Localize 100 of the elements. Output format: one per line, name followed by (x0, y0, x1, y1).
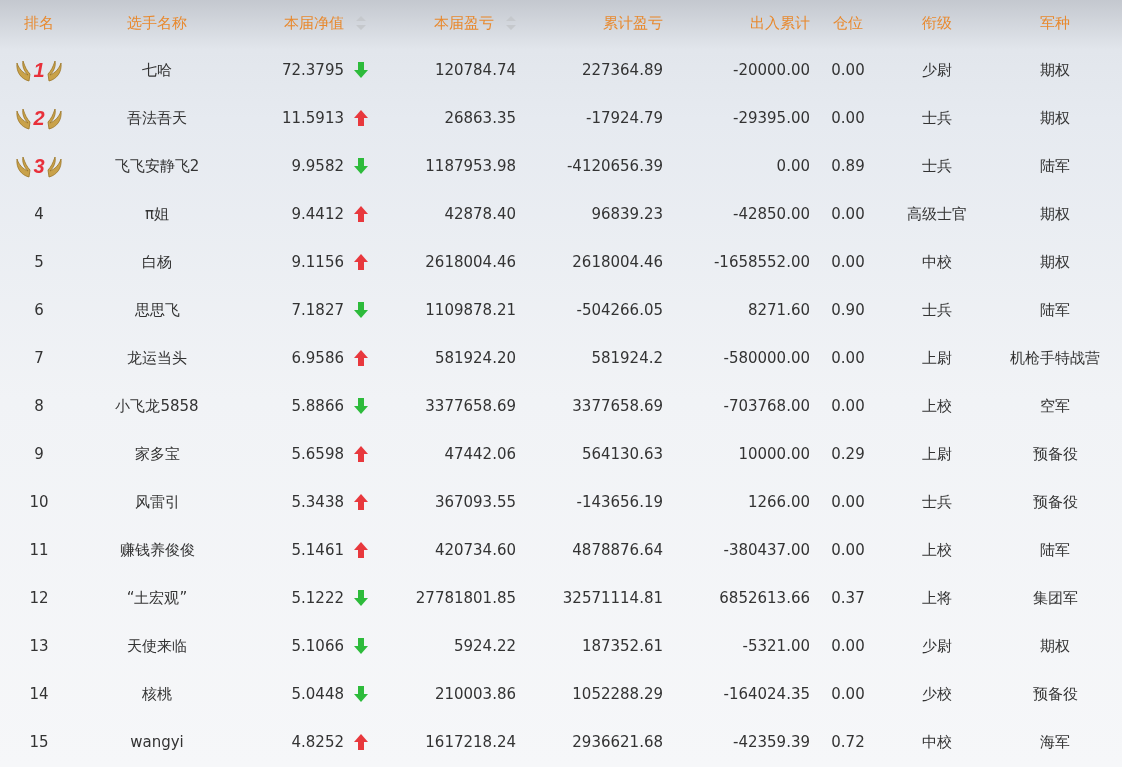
player-name: π姐 (145, 204, 169, 224)
table-cell: 47442.06 (444, 445, 516, 463)
player-name: 天使来临 (127, 636, 187, 656)
table-cell: 机枪手特战营 (1010, 348, 1100, 368)
table-cell: 1187953.98 (425, 157, 516, 175)
table-cell: 3377658.69 (572, 397, 663, 415)
player-name: wangyi (130, 733, 184, 751)
table-cell: 8271.60 (747, 301, 810, 319)
table-cell: 27781801.85 (415, 589, 516, 607)
table-cell: 1109878.21 (425, 301, 516, 319)
table-cell: -143656.19 (576, 493, 663, 511)
player-name: “土宏观” (126, 588, 188, 608)
table-cell: 预备役 (1032, 444, 1078, 464)
table-cell: 高级士官 (907, 204, 967, 224)
table-cell: 3377658.69 (425, 397, 516, 415)
table-cell: 96839.23 (591, 205, 663, 223)
table-cell: 32571114.81 (562, 589, 663, 607)
column-header: 累计盈亏 (603, 13, 663, 33)
table-cell: 120784.74 (434, 61, 516, 79)
table-cell: 1266.00 (747, 493, 810, 511)
table-cell: 士兵 (922, 108, 952, 128)
player-name: 核桃 (142, 684, 172, 704)
player-name: 赚钱养俊俊 (119, 540, 195, 560)
table-cell: 士兵 (922, 300, 952, 320)
table-cell: -164024.35 (723, 685, 810, 703)
table-cell: 420734.60 (434, 541, 516, 559)
table-cell: 上校 (922, 396, 952, 416)
rank-number: 1 (33, 58, 45, 82)
table-cell: 0.00 (831, 253, 865, 271)
table-cell: -1658552.00 (713, 253, 810, 271)
table-cell: 中校 (922, 252, 952, 272)
table-cell: 上尉 (922, 348, 952, 368)
table-cell: 上尉 (922, 444, 952, 464)
table-cell: 陆军 (1040, 156, 1070, 176)
table-cell: -17924.79 (586, 109, 663, 127)
table-cell: 中校 (922, 732, 952, 752)
column-header: 衔级 (922, 13, 952, 33)
table-cell: 0.00 (831, 61, 865, 79)
table-cell: -20000.00 (733, 61, 810, 79)
table-cell: 少校 (922, 684, 952, 704)
table-cell: 4878876.64 (572, 541, 663, 559)
net-value: 9.4412 (291, 205, 344, 223)
player-name: 七哈 (142, 60, 172, 80)
rank-number: 11 (29, 541, 49, 559)
table-cell: 1617218.24 (425, 733, 516, 751)
table-cell: 0.00 (831, 541, 865, 559)
table-cell: -29395.00 (733, 109, 810, 127)
table-cell: 2618004.46 (572, 253, 663, 271)
table-cell: 10000.00 (738, 445, 810, 463)
table-cell: 陆军 (1040, 540, 1070, 560)
table-cell: 6852613.66 (719, 589, 810, 607)
net-value: 5.1461 (291, 541, 344, 559)
rank-number: 5 (34, 253, 44, 271)
table-cell: 26863.35 (444, 109, 516, 127)
table-cell: 42878.40 (444, 205, 516, 223)
table-cell: -42359.39 (733, 733, 810, 751)
table-cell: 预备役 (1032, 492, 1078, 512)
table-cell: 少尉 (922, 636, 952, 656)
table-cell: 集团军 (1032, 588, 1078, 608)
player-name: 小飞龙5858 (115, 396, 199, 416)
table-cell: -580000.00 (723, 349, 810, 367)
table-cell: 581924.2 (591, 349, 663, 367)
table-cell: 0.00 (831, 685, 865, 703)
table-cell: 564130.63 (581, 445, 663, 463)
table-cell: 227364.89 (581, 61, 663, 79)
net-value: 9.9582 (291, 157, 344, 175)
net-value: 9.1156 (291, 253, 344, 271)
column-header[interactable]: 本届盈亏 (434, 13, 516, 33)
player-name: 家多宝 (134, 444, 180, 464)
table-cell: 少尉 (922, 60, 952, 80)
table-cell: 陆军 (1040, 300, 1070, 320)
net-value: 5.3438 (291, 493, 344, 511)
table-cell: 0.37 (831, 589, 865, 607)
rank-number: 14 (29, 685, 49, 703)
player-name: 飞飞安静飞2 (114, 156, 200, 176)
table-cell: 期权 (1040, 60, 1070, 80)
table-cell: 海军 (1040, 732, 1070, 752)
net-value: 5.1066 (291, 637, 344, 655)
table-cell: 0.89 (831, 157, 865, 175)
player-name: 白杨 (142, 252, 172, 272)
table-cell: 210003.86 (434, 685, 516, 703)
rank-number: 13 (29, 637, 49, 655)
net-value: 5.0448 (291, 685, 344, 703)
column-header: 选手名称 (127, 13, 187, 33)
player-name: 吾法吾天 (127, 108, 187, 128)
table-cell: 期权 (1040, 636, 1070, 656)
table-cell: 0.90 (831, 301, 865, 319)
table-cell: -703768.00 (723, 397, 810, 415)
player-name: 风雷引 (134, 492, 180, 512)
table-cell: 0.72 (831, 733, 865, 751)
net-value: 6.9586 (291, 349, 344, 367)
table-cell: 5924.22 (453, 637, 516, 655)
net-value: 5.8866 (291, 397, 344, 415)
table-cell: 0.00 (831, 349, 865, 367)
rank-number: 8 (34, 397, 44, 415)
table-cell: -380437.00 (723, 541, 810, 559)
table-cell: 0.00 (831, 205, 865, 223)
table-cell: 0.29 (831, 445, 865, 463)
column-header[interactable]: 本届净值 (284, 13, 366, 33)
table-cell: 0.00 (831, 493, 865, 511)
